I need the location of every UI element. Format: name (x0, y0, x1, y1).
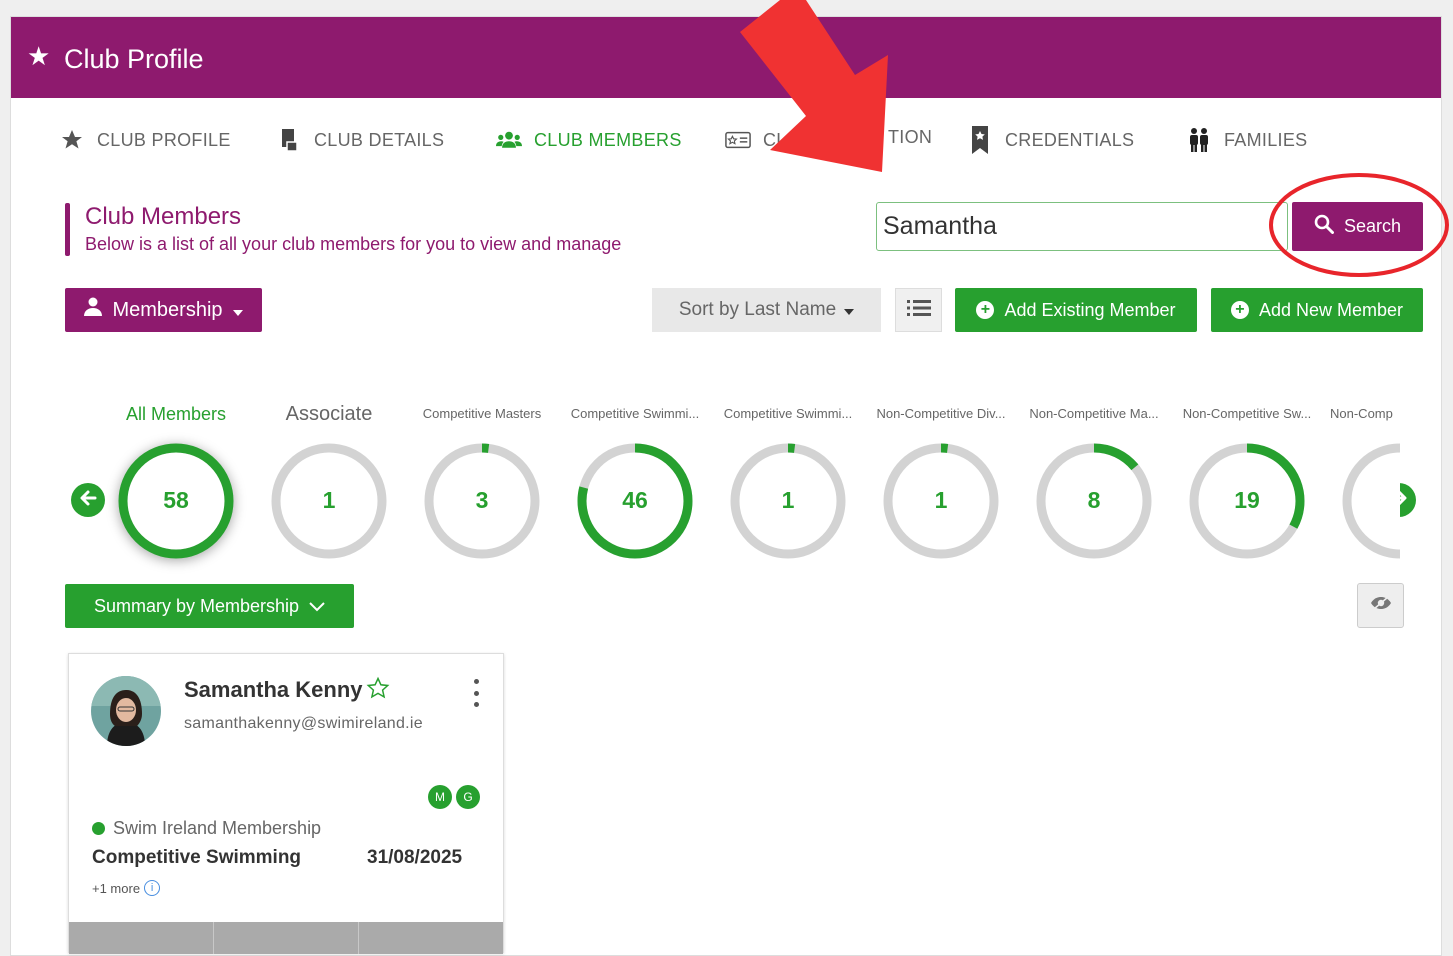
member-badge-m: M (428, 785, 452, 809)
tab-label-fragment[interactable]: TION (888, 127, 932, 148)
tab-label: FAMILIES (1224, 129, 1308, 150)
card-action[interactable] (214, 922, 359, 954)
info-icon[interactable]: i (144, 880, 161, 896)
document-icon (276, 127, 302, 153)
membership-type: Competitive Swimming (92, 847, 302, 868)
more-memberships[interactable]: +1 more i (92, 880, 161, 896)
page-header: ★ Club Profile (11, 17, 1441, 98)
tab-label: TION (888, 127, 933, 147)
category-label: All Members (125, 404, 227, 424)
favorite-star-icon[interactable] (366, 676, 390, 705)
section-accent-bar (65, 203, 70, 256)
category-label: Competitive Masters (422, 406, 542, 421)
list-view-button[interactable] (895, 288, 942, 332)
tab-club-details[interactable]: CLUB DETAILS (276, 127, 444, 153)
member-card[interactable]: Samantha Kenny samanthakenny@swimireland… (68, 653, 504, 954)
member-email: samanthakenny@swimireland.ie (184, 715, 423, 732)
category-count: 8 (1087, 487, 1101, 513)
category-label: Competitive Swimmi... (723, 406, 853, 421)
card-action[interactable] (359, 922, 503, 954)
tab-credentials[interactable]: CREDENTIALS (967, 126, 1135, 154)
member-badge-g: G (456, 785, 480, 809)
section-subtitle: Below is a list of all your club members… (85, 234, 622, 254)
search-button[interactable]: Search (1292, 202, 1423, 251)
tab-families[interactable]: FAMILIES (1186, 127, 1307, 153)
caret-down-icon (844, 299, 855, 321)
add-new-label: Add New Member (1258, 299, 1404, 320)
sort-label: Sort by Last Name (678, 299, 837, 320)
tab-bar: CLUB PROFILE CLUB DETAILS CLUB MEMBERS C… (59, 126, 1359, 163)
search-icon (1314, 214, 1334, 239)
category-count: 46 (622, 487, 648, 513)
eye-slash-icon (1370, 595, 1392, 616)
chevron-down-icon (309, 596, 325, 617)
user-icon (84, 297, 103, 323)
category-count: 19 (1234, 487, 1260, 513)
category-count: 1 (781, 487, 795, 513)
membership-dropdown[interactable]: Membership (65, 288, 262, 332)
tab-club-profile[interactable]: CLUB PROFILE (59, 127, 231, 153)
category-label: Non-Competitive Ma... (1029, 406, 1159, 421)
tab-label: CLUB MEMBERS (534, 129, 682, 150)
summary-label: Summary by Membership (93, 595, 300, 616)
section-title: Club Members (85, 203, 242, 230)
tab-club-members[interactable]: CLUB MEMBERS (496, 127, 682, 153)
users-icon (496, 127, 522, 153)
member-name[interactable]: Samantha Kenny (184, 677, 363, 703)
membership-expiry: 31/08/2025 (367, 847, 463, 868)
star-icon: ★ (27, 41, 51, 71)
tab-club-registration[interactable]: CL (725, 127, 787, 153)
status-dot (92, 822, 105, 835)
arrow-left-icon (79, 487, 97, 513)
plus-circle-icon: + (1230, 301, 1249, 319)
bookmark-icon (967, 126, 993, 154)
add-new-member-button[interactable]: + Add New Member (1211, 288, 1423, 332)
toggle-visibility-button[interactable] (1357, 583, 1404, 628)
category-label: Non-Competitive Sw... (1182, 406, 1312, 421)
category-count: 1 (322, 487, 336, 513)
category-count: 3 (475, 487, 489, 513)
plus-circle-icon: + (976, 301, 995, 319)
category-count: 1 (934, 487, 948, 513)
summary-by-membership-button[interactable]: Summary by Membership (65, 584, 354, 628)
more-memberships-label: +1 more (92, 880, 141, 896)
carousel-prev-button[interactable] (71, 483, 105, 517)
category-label: Associate (285, 403, 373, 425)
card-action-bar (69, 922, 503, 954)
add-existing-member-button[interactable]: + Add Existing Member (955, 288, 1197, 332)
category-label: Non-Comp (1330, 406, 1393, 421)
category-label: Competitive Swimmi... (570, 406, 700, 421)
caret-down-icon (232, 299, 243, 322)
star-icon (59, 127, 85, 153)
tab-label: CLUB DETAILS (314, 129, 445, 150)
category-count: 58 (163, 487, 189, 513)
page-title: Club Profile (64, 44, 204, 74)
club-profile-panel: ★ Club Profile CLUB PROFILE CLUB DETAILS… (10, 16, 1442, 956)
list-icon (906, 299, 931, 322)
sort-dropdown[interactable]: Sort by Last Name (652, 288, 881, 332)
avatar (91, 676, 161, 746)
category-ring[interactable] (1330, 431, 1453, 571)
more-options-icon[interactable] (471, 679, 481, 707)
tab-label: CL (763, 129, 787, 150)
tab-label: CREDENTIALS (1005, 129, 1135, 150)
search-input[interactable] (876, 202, 1288, 251)
category-label: Non-Competitive Div... (876, 406, 1006, 421)
membership-status: Swim Ireland Membership (113, 818, 322, 838)
add-existing-label: Add Existing Member (1004, 299, 1176, 320)
family-icon (1186, 127, 1212, 153)
card-action[interactable] (69, 922, 214, 954)
tab-label: CLUB PROFILE (97, 129, 231, 150)
membership-label: Membership (112, 298, 223, 321)
id-card-icon (725, 127, 751, 153)
search-button-label: Search (1343, 216, 1402, 236)
